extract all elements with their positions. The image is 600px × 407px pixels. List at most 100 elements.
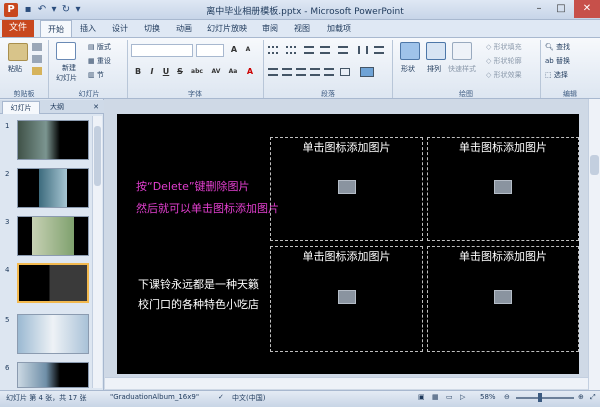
bold-button[interactable]: B	[132, 66, 144, 78]
shape-fill-button[interactable]: ◇ 形状填充	[486, 42, 522, 52]
underline-button[interactable]: U	[160, 66, 172, 78]
undo-dropdown-icon[interactable]: ▾	[48, 3, 60, 17]
slide-sorter-icon[interactable]: ▦	[432, 393, 439, 401]
paste-button[interactable]: 粘贴	[8, 64, 22, 74]
slide-thumbnail-4-selected[interactable]	[17, 263, 89, 303]
new-slide-label-2[interactable]: 幻灯片	[56, 73, 77, 83]
scroll-thumb[interactable]	[94, 126, 101, 186]
arrange-icon[interactable]	[426, 42, 446, 60]
insert-picture-icon[interactable]	[494, 290, 512, 304]
tab-transitions[interactable]: 切换	[138, 20, 166, 38]
slide-thumbnail-5[interactable]	[17, 314, 89, 354]
tab-file[interactable]: 文件	[2, 20, 34, 37]
slide-thumbnail-6[interactable]	[17, 362, 89, 388]
text-direction-icon[interactable]	[374, 46, 384, 54]
reset-button[interactable]: ▦ 重设	[88, 56, 111, 66]
tab-addins[interactable]: 加载项	[322, 20, 356, 38]
fit-slide-icon[interactable]: ⤢	[590, 393, 596, 402]
slide-thumbnail-2[interactable]	[17, 168, 89, 208]
shape-outline-button[interactable]: ◇ 形状轮廓	[486, 56, 522, 66]
cut-icon[interactable]	[32, 43, 42, 51]
font-name-select[interactable]	[131, 44, 193, 57]
scroll-thumb[interactable]	[590, 155, 599, 175]
undo-icon[interactable]: ↶	[36, 3, 48, 17]
line-spacing-icon[interactable]	[338, 46, 348, 54]
vertical-scrollbar[interactable]	[588, 99, 600, 390]
tab-insert[interactable]: 插入	[74, 20, 102, 38]
grow-font-icon[interactable]: A	[228, 44, 240, 56]
font-color-button[interactable]: A	[244, 66, 256, 78]
close-window-button[interactable]: ✕	[574, 0, 600, 18]
change-case-button[interactable]: Aa	[226, 66, 240, 78]
normal-view-icon[interactable]: ▣	[418, 393, 425, 401]
thumbnail-scrollbar[interactable]	[92, 116, 102, 388]
caption-instruction-1[interactable]: 按“Delete”键删除图片	[136, 178, 250, 194]
tab-review[interactable]: 审阅	[256, 20, 284, 38]
paste-icon[interactable]	[8, 43, 28, 61]
zoom-in-icon[interactable]: ⊕	[578, 393, 584, 401]
insert-picture-icon[interactable]	[338, 290, 356, 304]
tab-outline-panel[interactable]: 大纲	[42, 101, 72, 114]
slide-thumbnail-3[interactable]	[17, 216, 89, 256]
shape-effects-button[interactable]: ◇ 形状效果	[486, 70, 522, 80]
increase-indent-icon[interactable]	[320, 46, 330, 54]
decrease-indent-icon[interactable]	[304, 46, 314, 54]
shapes-button[interactable]: 形状	[401, 64, 415, 74]
zoom-level[interactable]: 58%	[480, 393, 496, 401]
find-button[interactable]: 🔍︎ 查找	[545, 42, 570, 52]
select-button[interactable]: ⬚ 选择	[545, 70, 568, 80]
arrange-button[interactable]: 排列	[427, 64, 441, 74]
customize-qat-icon[interactable]: ▾	[72, 3, 84, 17]
minimize-button[interactable]: –	[528, 0, 550, 18]
shapes-icon[interactable]	[400, 42, 420, 60]
caption-text-1[interactable]: 下课铃永远都是一种天籁	[138, 276, 259, 292]
char-spacing-button[interactable]: AV	[208, 66, 224, 78]
strikethrough-button[interactable]: S	[174, 66, 186, 78]
zoom-out-icon[interactable]: ⊖	[504, 393, 510, 401]
redo-icon[interactable]: ↻	[60, 3, 72, 17]
save-icon[interactable]: ▪	[22, 3, 34, 17]
horizontal-scrollbar[interactable]	[105, 377, 588, 389]
tab-design[interactable]: 设计	[106, 20, 134, 38]
tab-slides-panel[interactable]: 幻灯片	[2, 101, 40, 114]
format-painter-icon[interactable]	[32, 67, 42, 75]
spellcheck-icon[interactable]: ✓	[218, 393, 224, 401]
powerpoint-app-icon[interactable]: P	[4, 3, 18, 17]
shadow-button[interactable]: abc	[188, 66, 206, 78]
new-slide-icon[interactable]	[56, 42, 76, 60]
align-text-icon[interactable]	[340, 68, 350, 76]
slide-thumbnail-1[interactable]	[17, 120, 89, 160]
insert-picture-icon[interactable]	[494, 180, 512, 194]
insert-picture-icon[interactable]	[338, 180, 356, 194]
justify-icon[interactable]	[310, 68, 320, 76]
columns-icon[interactable]	[358, 46, 368, 54]
align-center-icon[interactable]	[282, 68, 292, 76]
caption-instruction-2[interactable]: 然后就可以单击图标添加图片	[136, 200, 279, 216]
quick-styles-button[interactable]: 快速样式	[448, 64, 476, 74]
tab-animations[interactable]: 动画	[170, 20, 198, 38]
quick-styles-icon[interactable]	[452, 42, 472, 60]
section-button[interactable]: ▥ 节	[88, 70, 104, 80]
tab-slideshow[interactable]: 幻灯片放映	[202, 20, 252, 38]
layout-button[interactable]: ▤ 版式	[88, 42, 111, 52]
italic-button[interactable]: I	[146, 66, 158, 78]
shrink-font-icon[interactable]: A	[242, 44, 254, 56]
reading-view-icon[interactable]: ▭	[446, 393, 453, 401]
zoom-slider-thumb[interactable]	[538, 393, 542, 402]
zoom-slider[interactable]	[516, 397, 574, 399]
tab-home[interactable]: 开始	[40, 20, 72, 38]
align-left-icon[interactable]	[268, 68, 278, 76]
language-status[interactable]: 中文(中国)	[232, 393, 265, 403]
replace-button[interactable]: ab 替换	[545, 56, 570, 66]
distributed-icon[interactable]	[324, 68, 334, 76]
smartart-icon[interactable]	[360, 67, 374, 77]
caption-text-2[interactable]: 校门口的各种特色小吃店	[138, 296, 259, 312]
copy-icon[interactable]	[32, 55, 42, 63]
font-size-select[interactable]	[196, 44, 224, 57]
bullets-icon[interactable]	[268, 46, 278, 54]
new-slide-label[interactable]: 新建	[62, 63, 76, 73]
numbering-icon[interactable]	[286, 46, 296, 54]
slideshow-icon[interactable]: ▷	[460, 393, 465, 401]
maximize-button[interactable]: □	[550, 0, 572, 18]
tab-view[interactable]: 视图	[288, 20, 316, 38]
